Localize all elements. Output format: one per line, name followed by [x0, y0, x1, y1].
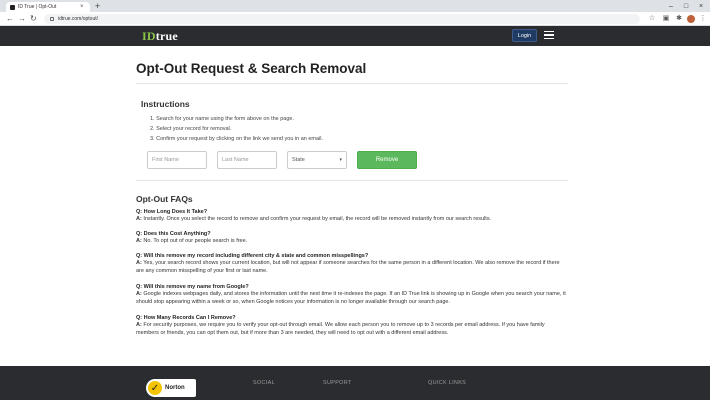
- answer-text: Yes, your search record shows your curre…: [136, 260, 560, 274]
- footer-heading-social: SOCIAL: [253, 380, 275, 386]
- minimize-button[interactable]: –: [664, 0, 678, 12]
- reading-list-icon[interactable]: ▣: [662, 15, 670, 23]
- site-footer: ✓ Norton: [0, 366, 710, 400]
- answer-prefix: A:: [136, 238, 142, 245]
- faq-question: Q: Will this remove my name from Google?: [136, 284, 249, 290]
- first-name-input[interactable]: First Name: [147, 151, 207, 169]
- faq-item: Q: Does this Cost Anything? A: No. To op…: [136, 231, 568, 246]
- faq-question: Q: Will this remove my record including …: [136, 253, 369, 259]
- faq-question: Q: How Many Records Can I Remove?: [136, 315, 236, 321]
- instruction-step: 1. Search for your name using the form a…: [150, 116, 295, 122]
- login-button[interactable]: Login: [512, 29, 537, 42]
- state-select[interactable]: State ▾: [287, 151, 347, 169]
- chevron-down-icon: ▾: [339, 157, 342, 163]
- norton-badge[interactable]: ✓ Norton: [146, 379, 196, 397]
- answer-text: Instantly. Once you select the record to…: [143, 216, 492, 223]
- remove-button[interactable]: Remove: [357, 151, 417, 169]
- footer-heading-quick-links: QUICK LINKS: [428, 380, 467, 386]
- answer-prefix: A:: [136, 216, 142, 223]
- faq-answer: A: Yes, your search record shows your cu…: [136, 260, 568, 275]
- browser-toolbar: ← → ↻ idtrue.com/optout/ ☆ ▣ ✱ ⋮: [0, 12, 710, 26]
- site-header: IDtrue Login: [0, 26, 710, 46]
- faq-item: Q: Will this remove my name from Google?…: [136, 284, 568, 306]
- faq-answer: A: No. To opt out of our people search i…: [136, 238, 568, 245]
- browser-tab[interactable]: ID True | Opt-Out ×: [6, 2, 90, 12]
- hamburger-menu-icon[interactable]: [544, 31, 554, 40]
- faq-question: Q: How Long Does It Take?: [136, 209, 208, 215]
- new-tab-button[interactable]: +: [95, 1, 100, 11]
- instruction-step: 3. Confirm your request by clicking on t…: [150, 136, 324, 142]
- norton-label: Norton: [165, 385, 185, 391]
- faq-answer: A: Instantly. Once you select the record…: [136, 216, 568, 223]
- faq-item: Q: How Long Does It Take? A: Instantly. …: [136, 209, 568, 224]
- browser-tab-bar: ID True | Opt-Out × + – □ ×: [0, 0, 710, 12]
- instructions-list: 1. Search for your name using the form a…: [150, 114, 323, 144]
- divider: [136, 180, 568, 181]
- star-icon[interactable]: ☆: [648, 15, 656, 23]
- faq-item: Q: How Many Records Can I Remove? A: For…: [136, 315, 568, 337]
- answer-text: No. To opt out of our people search is f…: [143, 238, 248, 245]
- logo-id: ID: [142, 29, 156, 43]
- answer-prefix: A:: [136, 291, 142, 298]
- instruction-step: 2. Select your record for removal.: [150, 126, 232, 132]
- forward-button[interactable]: →: [18, 13, 26, 25]
- menu-dots-icon[interactable]: ⋮: [699, 15, 707, 23]
- checkmark-icon: ✓: [148, 381, 162, 395]
- faq-item: Q: Will this remove my record including …: [136, 253, 568, 275]
- faq-answer: A: Google indexes webpages daily, and st…: [136, 291, 568, 306]
- extension-icon[interactable]: ✱: [675, 15, 683, 23]
- faq-question: Q: Does this Cost Anything?: [136, 231, 211, 237]
- site-favicon-icon: [10, 4, 15, 10]
- tab-close-icon[interactable]: ×: [80, 4, 84, 10]
- answer-text: For security purposes, we require you to…: [136, 322, 545, 336]
- url-text: idtrue.com/optout/: [58, 16, 99, 22]
- footer-heading-support: SUPPORT: [323, 380, 352, 386]
- maximize-button[interactable]: □: [679, 0, 693, 12]
- logo-true: true: [155, 29, 178, 43]
- last-name-input[interactable]: Last Name: [217, 151, 277, 169]
- reload-button[interactable]: ↻: [30, 13, 37, 25]
- address-bar[interactable]: idtrue.com/optout/: [44, 14, 640, 24]
- answer-prefix: A:: [136, 322, 142, 329]
- tab-title: ID True | Opt-Out: [18, 4, 57, 10]
- close-window-button[interactable]: ×: [694, 0, 708, 12]
- faq-heading: Opt-Out FAQs: [136, 194, 193, 204]
- page-title: Opt-Out Request & Search Removal: [136, 61, 367, 76]
- answer-prefix: A:: [136, 260, 142, 267]
- back-button[interactable]: ←: [6, 13, 14, 25]
- faq-answer: A: For security purposes, we require you…: [136, 322, 568, 337]
- lock-icon: [50, 17, 54, 21]
- site-logo[interactable]: IDtrue: [142, 29, 178, 44]
- state-select-label: State: [292, 157, 305, 163]
- profile-avatar[interactable]: [687, 15, 695, 23]
- instructions-heading: Instructions: [141, 99, 190, 109]
- divider: [136, 83, 568, 84]
- answer-text: Google indexes webpages daily, and store…: [136, 291, 566, 305]
